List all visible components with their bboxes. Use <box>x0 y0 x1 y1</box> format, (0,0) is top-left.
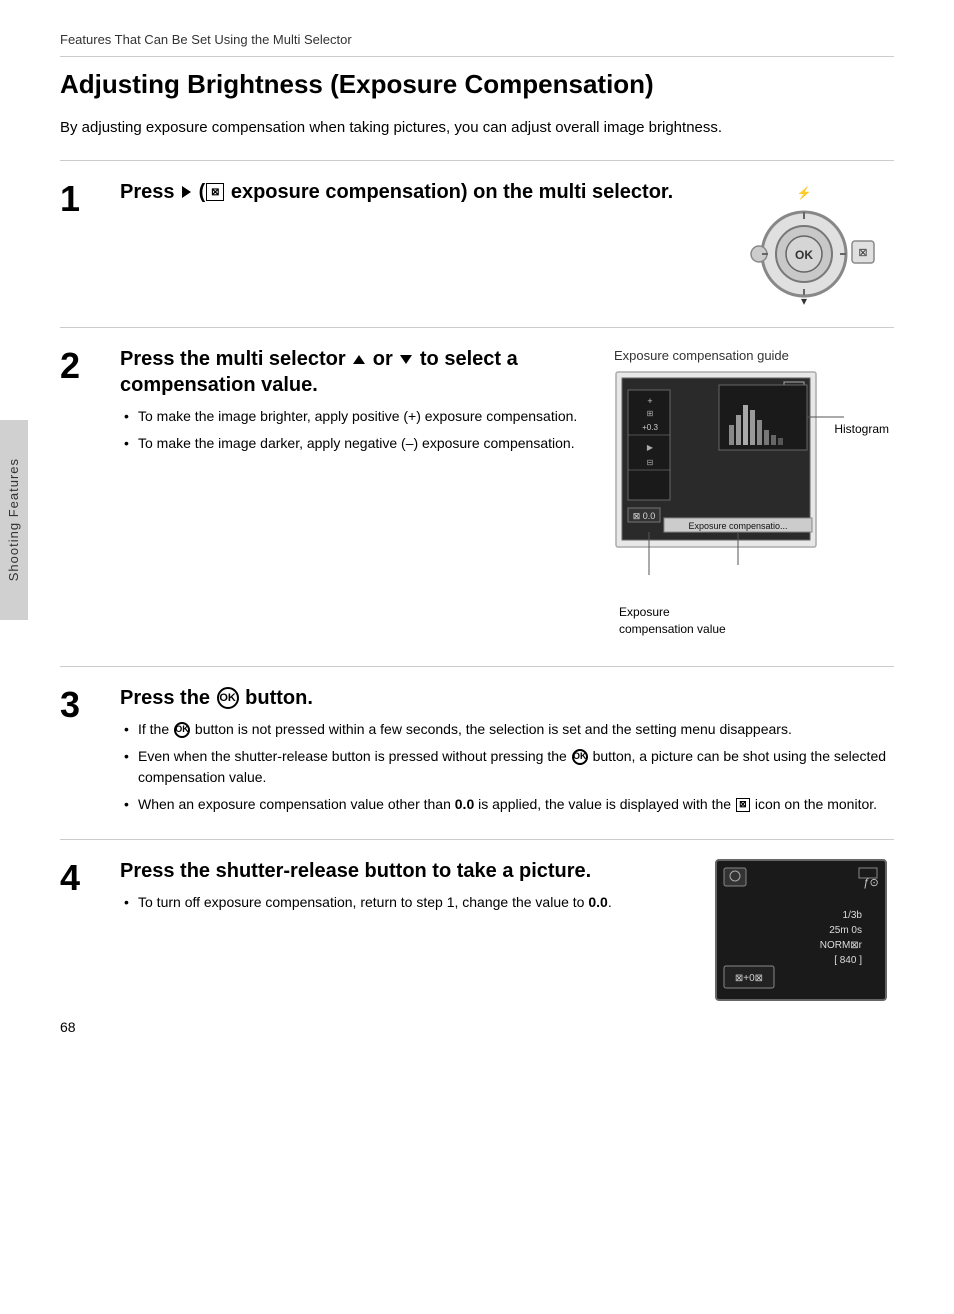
svg-text:⚡: ⚡ <box>797 186 812 200</box>
step-4-title: Press the shutter-release button to take… <box>120 858 694 884</box>
svg-text:OK: OK <box>795 248 813 262</box>
exposure-comp-guide-label: Exposure compensation guide <box>614 346 789 366</box>
svg-text:⊠: ⊠ <box>858 247 867 259</box>
exp-comp-icon: ⊠ <box>206 183 224 201</box>
step-2-title: Press the multi selector or to select a … <box>120 346 594 398</box>
step-2-bullets: To make the image brighter, apply positi… <box>120 406 594 454</box>
camera-screen-svg: ƒ⊙ 1/3b 25m 0s NORM⊠r [ 840 ] ⊠+0⊠ <box>714 858 889 1003</box>
svg-text:ƒ⊙: ƒ⊙ <box>863 877 878 889</box>
step-3-bullet-3: When an exposure compensation value othe… <box>120 794 894 815</box>
step-2: 2 Press the multi selector or to select … <box>60 327 894 606</box>
step-3-bullet-1: If the OK button is not pressed within a… <box>120 719 894 740</box>
step-3: 3 Press the OK button. If the OK button … <box>60 666 894 839</box>
step-2-bullet-2: To make the image darker, apply negative… <box>120 433 594 454</box>
svg-text:Exposure compensatio...: Exposure compensatio... <box>688 521 787 531</box>
svg-text:⊞: ⊞ <box>647 409 654 418</box>
step-4-bullet-1: To turn off exposure compensation, retur… <box>120 892 694 913</box>
step-2-content: Press the multi selector or to select a … <box>120 346 894 588</box>
svg-text:⊟: ⊟ <box>647 458 654 467</box>
camera-dial-svg: ⚡ OK ⊠ ▾ <box>704 179 884 309</box>
svg-text:+: + <box>647 396 652 406</box>
ok-button-icon: OK <box>217 687 239 709</box>
step-4-left: Press the shutter-release button to take… <box>120 858 694 919</box>
step-1-image: ⚡ OK ⊠ ▾ <box>694 179 894 309</box>
step-2-left: Press the multi selector or to select a … <box>120 346 594 460</box>
intro-text: By adjusting exposure compensation when … <box>60 116 894 140</box>
step-2-diagram-area: Exposure compensation guide <box>614 346 894 588</box>
step-3-bullets: If the OK button is not pressed within a… <box>120 719 894 815</box>
step-4-row: Press the shutter-release button to take… <box>120 858 894 1011</box>
page-number: 68 <box>60 1017 76 1038</box>
svg-text:1/3b: 1/3b <box>843 910 863 921</box>
step-4: 4 Press the shutter-release button to ta… <box>60 839 894 1029</box>
step-1: 1 Press (⊠ exposure compensation) on the… <box>60 160 894 327</box>
step-4-camera-screen: ƒ⊙ 1/3b 25m 0s NORM⊠r [ 840 ] ⊠+0⊠ <box>714 858 894 1011</box>
ok-inline-icon2: OK <box>572 749 588 765</box>
diagram-wrapper: + ⊞ +0.3 ▶ ⊟ <box>614 370 884 588</box>
exp-inline-icon: ⊠ <box>736 798 750 812</box>
step-1-title: Press (⊠ exposure compensation) on the m… <box>120 179 674 205</box>
step-1-content: Press (⊠ exposure compensation) on the m… <box>120 179 674 213</box>
sidebar-tab: Shooting Features <box>0 420 28 620</box>
section-header: Features That Can Be Set Using the Multi… <box>60 30 894 57</box>
right-arrow-icon <box>182 186 191 198</box>
svg-text:▶: ▶ <box>647 443 654 452</box>
svg-text:NORM⊠r: NORM⊠r <box>820 940 863 951</box>
up-arrow-icon <box>353 355 365 364</box>
svg-text:⊠+0⊠: ⊠+0⊠ <box>735 973 763 984</box>
svg-text:+0.3: +0.3 <box>642 423 658 432</box>
step-3-title: Press the OK button. <box>120 685 894 711</box>
exp-comp-value-label: Exposurecompensation value <box>619 604 726 638</box>
svg-text:⊠ 0.0: ⊠ 0.0 <box>633 511 656 521</box>
step-4-number: 4 <box>60 860 100 896</box>
step-4-content: Press the shutter-release button to take… <box>120 858 894 1011</box>
main-title: Adjusting Brightness (Exposure Compensat… <box>60 65 894 104</box>
step-2-row: Press the multi selector or to select a … <box>120 346 894 588</box>
down-arrow-icon <box>400 355 412 364</box>
page-container: Shooting Features Features That Can Be S… <box>0 0 954 1068</box>
step-2-bullet-1: To make the image brighter, apply positi… <box>120 406 594 427</box>
step-3-number: 3 <box>60 687 100 723</box>
step-2-number: 2 <box>60 348 100 384</box>
step-4-bullets: To turn off exposure compensation, retur… <box>120 892 694 913</box>
step-3-bullet-2: Even when the shutter-release button is … <box>120 746 894 788</box>
step-3-content: Press the OK button. If the OK button is… <box>120 685 894 821</box>
step-1-number: 1 <box>60 181 100 217</box>
svg-text:25m 0s: 25m 0s <box>829 925 862 936</box>
svg-text:▾: ▾ <box>801 294 807 308</box>
ok-inline-icon: OK <box>174 722 190 738</box>
histogram-label: Histogram <box>834 420 889 438</box>
sidebar-label: Shooting Features <box>4 458 24 581</box>
svg-text:[ 840 ]: [ 840 ] <box>834 955 862 966</box>
exposure-diagram-svg: + ⊞ +0.3 ▶ ⊟ <box>614 370 884 580</box>
